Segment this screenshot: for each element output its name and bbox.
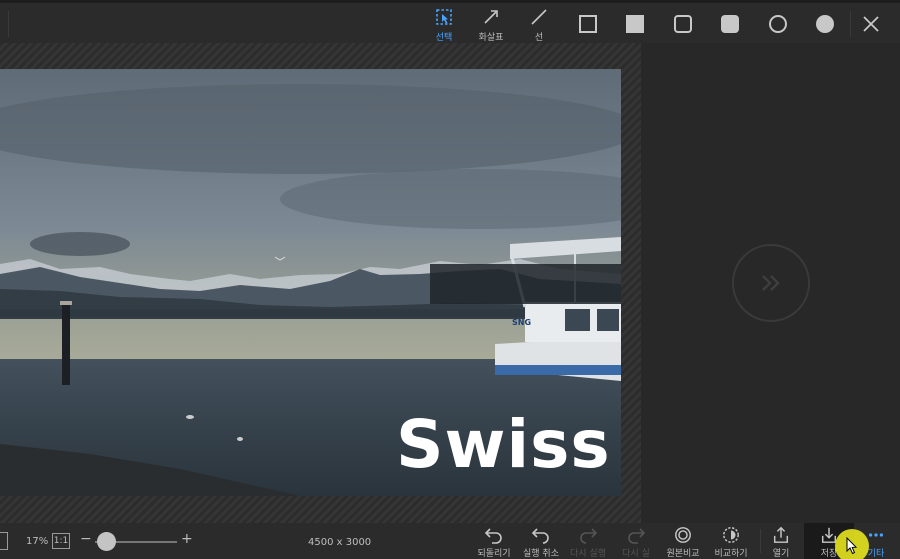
zoom-slider-thumb[interactable] <box>97 532 116 551</box>
mouse-pointer-icon <box>846 537 858 555</box>
redo-button[interactable]: 다시 실행 <box>564 526 612 559</box>
undo-button[interactable]: 실행 취소 <box>517 526 565 559</box>
undo-icon <box>531 528 549 544</box>
arrow-tool-button[interactable]: 화살표 <box>469 6 513 44</box>
double-chevron-right-icon <box>762 275 780 291</box>
compare-icon <box>723 527 739 543</box>
rounded-square-outline-icon[interactable] <box>674 15 692 33</box>
compare-label: 비교하기 <box>714 549 748 559</box>
toolbar-divider <box>8 11 9 37</box>
undo-label: 실행 취소 <box>523 549 559 559</box>
close-button[interactable] <box>856 9 886 39</box>
more-label: 기타 <box>867 549 885 559</box>
revert-icon <box>484 528 502 544</box>
arrow-icon <box>484 10 498 24</box>
more-dots-icon <box>868 533 884 537</box>
actual-size-button[interactable]: 1:1 <box>52 533 70 549</box>
select-tool-label: 선택 <box>435 33 453 43</box>
open-button[interactable]: 열기 <box>757 526 805 559</box>
compare-button[interactable]: 비교하기 <box>707 526 755 559</box>
square-filled-icon[interactable] <box>626 15 644 33</box>
line-tool-button[interactable]: 선 <box>517 6 561 44</box>
zoom-out-button[interactable]: − <box>80 531 92 547</box>
line-icon <box>531 9 547 25</box>
zoom-in-button[interactable]: + <box>181 531 193 547</box>
watermark-text[interactable]: Swiss <box>396 412 611 478</box>
redo-label: 다시 실행 <box>570 549 606 559</box>
open-label: 열기 <box>772 549 790 559</box>
select-icon <box>436 9 452 25</box>
square-outline-icon[interactable] <box>579 15 597 33</box>
fit-icon[interactable] <box>0 532 8 550</box>
compare-original-label: 원본비교 <box>666 549 700 559</box>
share-icon <box>773 526 789 543</box>
circle-outline-icon[interactable] <box>769 15 787 33</box>
rounded-square-filled-icon[interactable] <box>721 15 739 33</box>
redo-icon <box>580 528 598 544</box>
revert-button[interactable]: 되돌리기 <box>470 526 518 559</box>
next-button[interactable] <box>732 244 810 322</box>
top-toolbar: 선택 화살표 선 <box>0 0 900 43</box>
more-button[interactable]: 기타 <box>852 526 900 559</box>
revert-label: 되돌리기 <box>477 549 511 559</box>
arrow-tool-label: 화살표 <box>478 33 504 43</box>
compare-original-icon <box>675 527 691 543</box>
close-icon <box>863 16 879 32</box>
redo-all-button[interactable]: 다시 실 <box>612 526 660 559</box>
toolbar-divider <box>850 11 851 37</box>
redo-all-label: 다시 실 <box>622 549 650 559</box>
circle-filled-icon[interactable] <box>816 15 834 33</box>
boat-label: SNG <box>512 318 532 327</box>
bottom-toolbar: 17% 1:1 − + 4500 x 3000 되돌리기 실행 취소 다시 실행… <box>0 523 900 559</box>
compare-original-button[interactable]: 원본비교 <box>659 526 707 559</box>
select-tool-button[interactable]: 선택 <box>422 6 466 44</box>
right-panel <box>641 43 900 523</box>
image-dimensions: 4500 x 3000 <box>308 537 372 548</box>
redo-all-icon <box>628 528 646 544</box>
zoom-percent: 17% <box>26 536 49 547</box>
line-tool-label: 선 <box>534 33 544 43</box>
